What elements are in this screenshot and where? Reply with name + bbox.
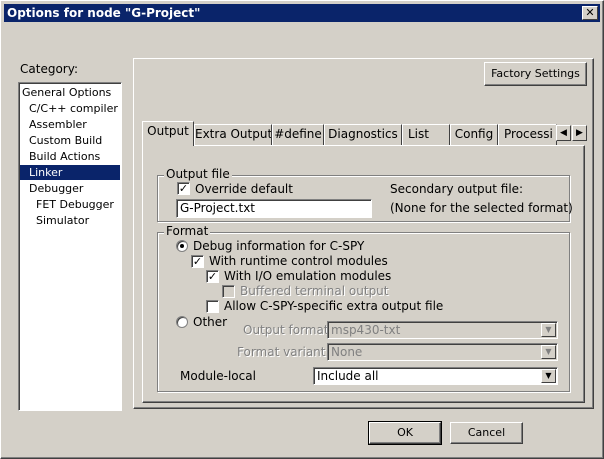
format-variant-select: None ▼ bbox=[327, 343, 558, 361]
runtime-modules-checkbox[interactable]: ✓ bbox=[191, 255, 204, 268]
tab-scroll-right-button[interactable]: ▶ bbox=[572, 125, 587, 141]
tab-list[interactable]: List bbox=[402, 124, 450, 145]
runtime-modules-label: With runtime control modules bbox=[209, 254, 388, 268]
module-local-select[interactable]: Include all ▼ bbox=[313, 367, 558, 385]
format-variant-label: Format variant: bbox=[237, 345, 330, 359]
other-format-label: Other bbox=[193, 315, 228, 329]
output-format-select: msp430-txt ▼ bbox=[327, 321, 558, 339]
category-item-build-actions[interactable]: Build Actions bbox=[20, 149, 120, 164]
category-item-general-options[interactable]: General Options bbox=[20, 85, 120, 100]
chevron-down-icon: ▼ bbox=[541, 323, 556, 337]
category-item-c-c-compiler[interactable]: C/C++ compiler bbox=[20, 101, 120, 116]
output-format-value: msp430-txt bbox=[331, 323, 401, 337]
secondary-output-label: Secondary output file: bbox=[390, 182, 524, 196]
io-emulation-checkbox[interactable]: ✓ bbox=[206, 270, 219, 283]
category-item-debugger[interactable]: Debugger bbox=[20, 181, 120, 196]
tab-diagnostics[interactable]: Diagnostics bbox=[324, 124, 402, 145]
io-emulation-label: With I/O emulation modules bbox=[224, 269, 392, 283]
debug-info-radio[interactable] bbox=[176, 240, 188, 252]
checkmark-icon: ✓ bbox=[207, 270, 218, 283]
category-item-simulator[interactable]: Simulator bbox=[20, 213, 120, 228]
category-item-custom-build[interactable]: Custom Build bbox=[20, 133, 120, 148]
output-format-label: Output format: bbox=[243, 323, 333, 337]
category-item-linker[interactable]: Linker bbox=[20, 165, 120, 180]
buffered-output-label: Buffered terminal output bbox=[240, 284, 389, 298]
tab-define[interactable]: #define bbox=[272, 124, 324, 145]
module-local-value: Include all bbox=[317, 369, 379, 383]
output-file-group-title: Output file bbox=[164, 167, 232, 181]
factory-settings-button[interactable]: Factory Settings bbox=[484, 62, 587, 86]
close-button[interactable]: ✕ bbox=[582, 6, 598, 20]
allow-extra-output-label: Allow C-SPY-specific extra output file bbox=[224, 299, 444, 313]
override-default-checkbox[interactable]: ✓ bbox=[177, 182, 190, 195]
secondary-output-value: (None for the selected format) bbox=[390, 201, 573, 215]
ok-button[interactable]: OK bbox=[368, 421, 442, 445]
tab-processing[interactable]: Processi bbox=[498, 124, 557, 145]
module-local-label: Module-local bbox=[180, 369, 256, 383]
tab-output[interactable]: Output bbox=[142, 121, 194, 146]
category-list[interactable]: General Options C/C++ compiler Assembler Cu… bbox=[18, 82, 122, 411]
tab-scroll-left-button[interactable]: ◀ bbox=[556, 125, 571, 141]
override-default-label: Override default bbox=[195, 182, 293, 196]
output-filename-field[interactable]: G-Project.txt bbox=[176, 199, 372, 218]
other-format-radio[interactable] bbox=[176, 316, 188, 328]
chevron-down-icon[interactable]: ▼ bbox=[541, 369, 556, 383]
format-variant-value: None bbox=[331, 345, 363, 359]
buffered-output-checkbox bbox=[222, 285, 235, 298]
window-title: Options for node "G-Project" bbox=[7, 6, 201, 20]
debug-info-label: Debug information for C-SPY bbox=[193, 239, 365, 253]
category-label: Category: bbox=[20, 62, 78, 76]
category-item-assembler[interactable]: Assembler bbox=[20, 117, 120, 132]
tab-config[interactable]: Config bbox=[450, 124, 498, 145]
title-bar: Options for node "G-Project" ✕ bbox=[4, 4, 600, 22]
checkmark-icon: ✓ bbox=[192, 255, 203, 268]
allow-extra-output-checkbox[interactable] bbox=[206, 300, 219, 313]
chevron-down-icon: ▼ bbox=[541, 345, 556, 359]
category-item-fet-debugger[interactable]: FET Debugger bbox=[20, 197, 120, 212]
checkmark-icon: ✓ bbox=[178, 182, 189, 195]
cancel-button[interactable]: Cancel bbox=[450, 422, 523, 444]
tab-extra-output[interactable]: Extra Output bbox=[194, 124, 272, 145]
format-group-title: Format bbox=[164, 224, 211, 238]
